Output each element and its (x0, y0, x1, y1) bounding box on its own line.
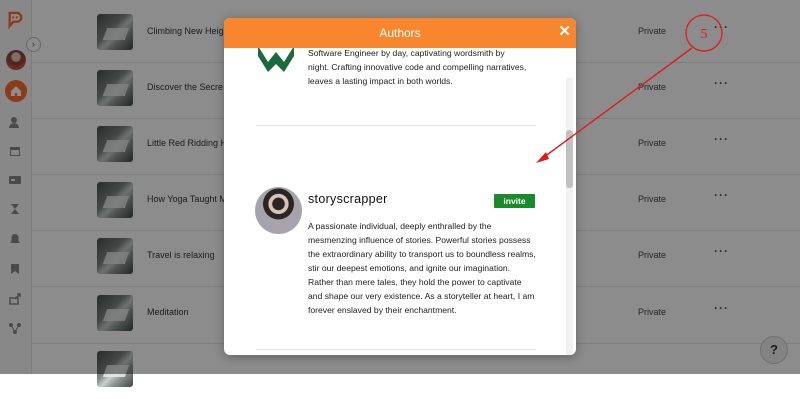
close-icon[interactable]: ✕ (558, 22, 571, 40)
divider (256, 125, 536, 126)
author-avatar (255, 187, 302, 234)
author-bio: A passionate individual, deeply enthrall… (308, 221, 536, 315)
scrollbar-thumb[interactable] (566, 130, 573, 188)
author-name: storyscrapper (308, 192, 388, 206)
author-bio: Software Engineer by day, captivating wo… (308, 48, 527, 86)
authors-list: Software Engineer by day, captivating wo… (224, 48, 576, 355)
invite-button[interactable]: invite (494, 194, 535, 208)
authors-modal: Authors ✕ Software Engineer by day, capt… (224, 18, 576, 355)
scrollbar[interactable] (566, 78, 573, 355)
divider (256, 349, 536, 350)
author-avatar (254, 48, 300, 76)
modal-title: Authors (379, 26, 421, 40)
modal-header: Authors ✕ (224, 18, 576, 48)
